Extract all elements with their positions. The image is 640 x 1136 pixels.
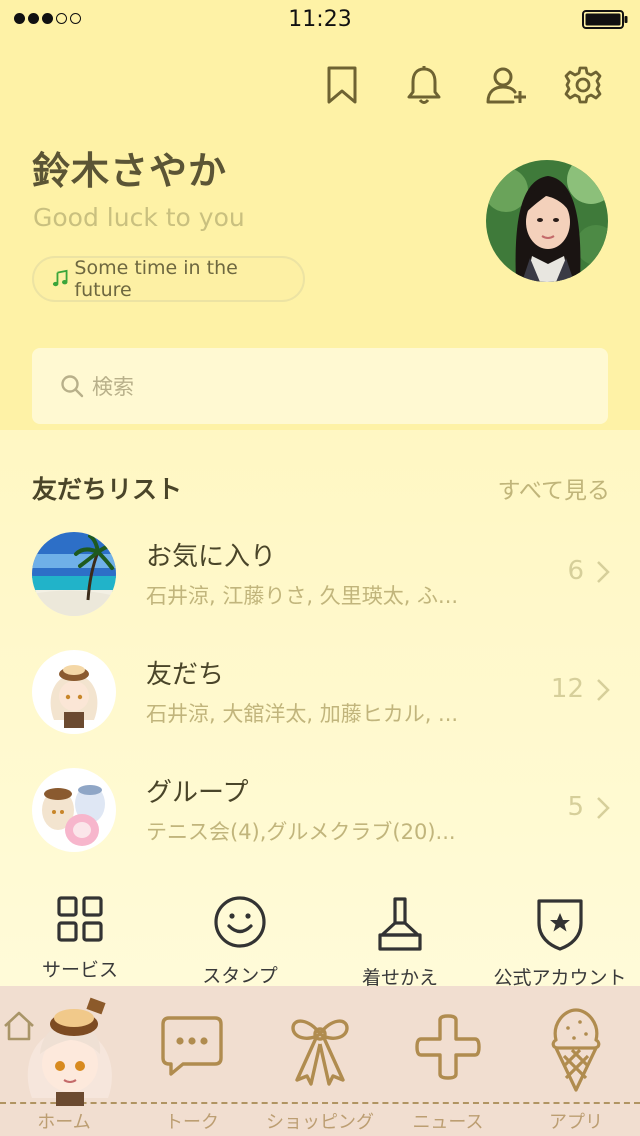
bookmark-icon[interactable] [317, 60, 367, 110]
search-icon [61, 375, 84, 398]
grid-icon [57, 896, 103, 942]
shield-star-icon [537, 899, 583, 951]
tab-apps-label: アプリ [549, 1112, 603, 1133]
friends-thumbnail [32, 650, 116, 734]
chevron-right-icon [597, 797, 610, 819]
status-bar: 11:23 [0, 0, 640, 40]
tab-news[interactable]: ニュース [384, 986, 512, 1136]
ribbon-icon [291, 1019, 349, 1086]
profile-avatar[interactable] [486, 160, 608, 282]
group-title: お気に入り [146, 542, 277, 572]
tab-shopping[interactable]: ショッピング [256, 986, 384, 1136]
tab-talk-label: トーク [165, 1112, 219, 1133]
friend-group-favorites[interactable]: お気に入り 石井涼, 江藤りさ, 久里瑛太, ふ... 6 [0, 532, 640, 632]
favorites-thumbnail [32, 532, 116, 616]
music-title: Some time in the future [74, 257, 238, 301]
chevron-right-icon [597, 679, 610, 701]
see-all-link[interactable]: すべて見る [498, 471, 610, 505]
group-count: 6 [567, 556, 584, 586]
battery-icon [582, 10, 628, 29]
gear-icon[interactable] [558, 60, 608, 110]
tab-home[interactable]: ホーム [0, 986, 128, 1136]
ice-cream-icon [551, 1008, 601, 1092]
brush-icon [378, 897, 422, 951]
tab-shopping-label: ショッピング [266, 1112, 374, 1133]
smiley-icon [214, 896, 266, 948]
status-time: 11:23 [288, 7, 352, 32]
tab-apps[interactable]: アプリ [512, 986, 640, 1136]
bottom-tab-bar: ホーム トーク ショッピング ニュース アプリ [0, 986, 640, 1136]
search-input[interactable]: 検索 [32, 348, 608, 424]
group-title: 友だち [146, 660, 225, 690]
friend-group-groups[interactable]: グループ テニス会(4),グルメクラブ(20)... 5 [0, 768, 640, 868]
tab-home-label: ホーム [37, 1112, 91, 1133]
profile-name: 鈴木さやか [32, 149, 228, 193]
group-members: 石井涼, 江藤りさ, 久里瑛太, ふ... [146, 584, 459, 608]
plus-icon [415, 1014, 481, 1080]
chat-bubble-icon [161, 1016, 223, 1076]
theme-button[interactable]: 着せかえ [325, 895, 475, 990]
group-members: 石井涼, 大舘洋太, 加藤ヒカル, ... [146, 702, 459, 726]
profile-status-message: Good luck to you [33, 203, 245, 232]
add-friend-icon[interactable] [482, 60, 532, 110]
chevron-right-icon [597, 561, 610, 583]
service-label: サービス [41, 959, 118, 981]
group-title: グループ [146, 778, 249, 808]
service-button[interactable]: サービス [5, 895, 155, 982]
stamp-button[interactable]: スタンプ [165, 895, 315, 988]
group-count: 12 [550, 674, 584, 704]
profile-music-button[interactable]: Some time in the future [32, 256, 305, 302]
friend-group-friends[interactable]: 友だち 石井涼, 大舘洋太, 加藤ヒカル, ... 12 [0, 650, 640, 750]
friends-list-title: 友だちリスト [32, 475, 183, 504]
search-placeholder: 検索 [92, 375, 134, 399]
official-account-button[interactable]: 公式アカウント [485, 895, 635, 990]
tab-news-label: ニュース [412, 1112, 484, 1133]
bell-icon[interactable] [399, 60, 449, 110]
groups-thumbnail [32, 768, 116, 852]
group-count: 5 [567, 792, 584, 822]
home-character-icon [27, 997, 112, 1106]
group-members: テニス会(4),グルメクラブ(20)... [146, 820, 456, 844]
home-screen: 11:23 鈴木さやか Good luck to you Some time i… [0, 0, 640, 1136]
tab-talk[interactable]: トーク [128, 986, 256, 1136]
stamp-label: スタンプ [202, 965, 278, 987]
music-note-icon [52, 269, 68, 287]
